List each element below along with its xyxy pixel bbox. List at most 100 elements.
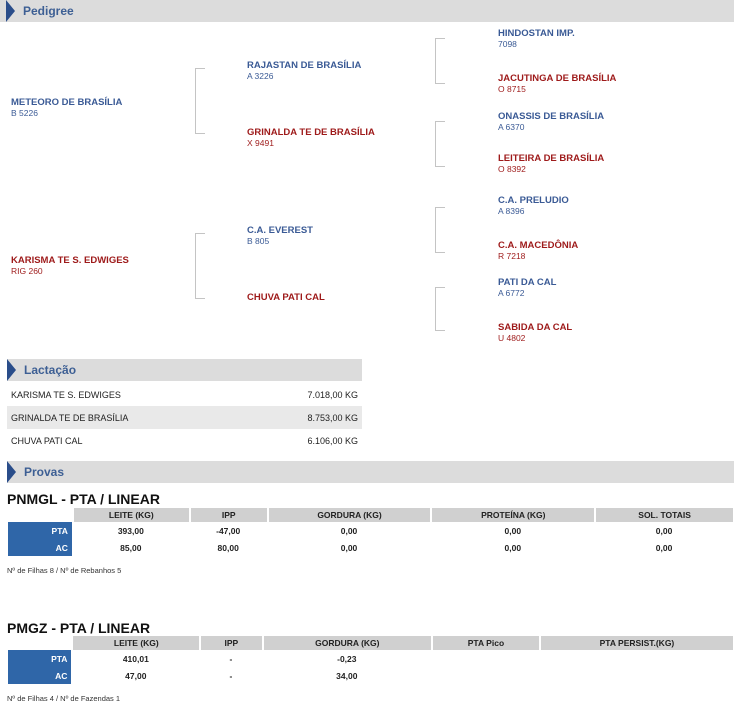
table-cell: -	[229, 670, 233, 681]
animal-name: C.A. PRELUDIO	[498, 195, 569, 206]
pedigree-connector	[435, 38, 445, 84]
prova-footer: Nº de Filhas 4 / Nº de Fazendas 1	[7, 694, 121, 703]
animal-reg: R 7218	[498, 251, 526, 261]
table-cell: -47,00	[216, 525, 241, 536]
table-cell: 85,00	[120, 542, 142, 553]
table-cell: 80,00	[217, 542, 239, 553]
section-arrow-icon	[7, 461, 16, 483]
animal-reg: A 6772	[498, 288, 525, 298]
prova-title: PMGZ - PTA / LINEAR	[7, 620, 151, 636]
pedigree-section-header: Pedigree	[0, 0, 734, 22]
pedigree-sire[interactable]: METEORO DE BRASÍLIA B 5226	[11, 97, 122, 119]
animal-name: RAJASTAN DE BRASÍLIA	[247, 60, 362, 71]
animal-reg: RIG 260	[11, 266, 43, 276]
pedigree-dam-sire[interactable]: C.A. EVEREST B 805	[247, 225, 313, 247]
lactacao-row: GRINALDA TE DE BRASÍLIA 8.753,00 KG	[7, 406, 362, 429]
section-arrow-icon	[6, 0, 15, 22]
column-header: IPP	[200, 636, 262, 650]
lactacao-animal: GRINALDA TE DE BRASÍLIA	[11, 412, 129, 423]
animal-reg: A 8396	[498, 206, 525, 216]
pedigree-dss[interactable]: C.A. PRELUDIO A 8396	[498, 195, 569, 217]
lactacao-row: KARISMA TE S. EDWIGES 7.018,00 KG	[7, 383, 362, 406]
column-header: IPP	[189, 508, 267, 522]
pedigree-dam[interactable]: KARISMA TE S. EDWIGES RIG 260	[11, 255, 129, 277]
table-cell	[432, 650, 539, 667]
table-row: AC 85,00 80,00 0,00 0,00 0,00	[8, 539, 733, 556]
table-cell: 0,00	[655, 525, 673, 536]
pedigree-ddd[interactable]: SABIDA DA CAL U 4802	[498, 322, 572, 344]
row-label: AC	[8, 539, 72, 556]
animal-reg: A 6370	[498, 122, 525, 132]
prova-title: PNMGL - PTA / LINEAR	[7, 491, 160, 507]
table-corner	[8, 636, 71, 650]
lactacao-value: 7.018,00 KG	[307, 389, 358, 400]
animal-reg: B 805	[247, 236, 270, 246]
animal-reg: X 9491	[247, 138, 274, 148]
pedigree-connector	[195, 68, 205, 134]
pedigree-dsd[interactable]: C.A. MACEDÔNIA R 7218	[498, 240, 578, 262]
table-cell: 0,00	[340, 542, 358, 553]
pedigree-connector	[435, 287, 445, 331]
prova-footer: Nº de Filhas 8 / Nº de Rebanhos 5	[7, 566, 122, 575]
table-cell: 47,00	[125, 670, 147, 681]
pedigree-sds[interactable]: ONASSIS DE BRASÍLIA A 6370	[498, 111, 604, 133]
lactacao-value: 6.106,00 KG	[307, 435, 358, 446]
animal-name: METEORO DE BRASÍLIA	[11, 97, 123, 108]
table-corner	[8, 508, 72, 522]
table-row: PTA 393,00 -47,00 0,00 0,00 0,00	[8, 522, 733, 539]
column-header: PROTEÍNA (KG)	[431, 508, 595, 522]
animal-name: C.A. EVEREST	[247, 225, 313, 236]
table-cell: -	[229, 653, 233, 664]
column-header: PTA Pico	[432, 636, 539, 650]
animal-name: LEITEIRA DE BRASÍLIA	[498, 153, 605, 164]
table-cell: 34,00	[336, 670, 358, 681]
section-arrow-icon	[7, 359, 16, 381]
column-header: SOL. TOTAIS	[595, 508, 733, 522]
pedigree-sire-dam[interactable]: GRINALDA TE DE BRASÍLIA X 9491	[247, 127, 375, 149]
lactacao-section-header: Lactação	[7, 359, 362, 381]
table-row: PTA 410,01 - -0,23	[8, 650, 733, 667]
row-label: PTA	[8, 522, 72, 539]
animal-reg: 7098	[498, 39, 517, 49]
table-cell	[540, 667, 733, 684]
animal-name: ONASSIS DE BRASÍLIA	[498, 111, 605, 122]
provas-section-header: Provas	[7, 461, 734, 483]
table-cell: 0,00	[340, 525, 358, 536]
animal-name: C.A. MACEDÔNIA	[498, 240, 579, 251]
animal-reg: U 4802	[498, 333, 526, 343]
animal-name: PATI DA CAL	[498, 277, 557, 288]
pedigree-connector	[195, 233, 205, 299]
animal-name: JACUTINGA DE BRASÍLIA	[498, 73, 617, 84]
pedigree-sire-sire[interactable]: RAJASTAN DE BRASÍLIA A 3226	[247, 60, 361, 82]
animal-name: HINDOSTAN IMP.	[498, 28, 575, 39]
column-header: PTA PERSIST.(KG)	[539, 636, 733, 650]
pedigree-connector	[435, 207, 445, 253]
row-label: PTA	[8, 650, 72, 667]
pedigree-dds[interactable]: PATI DA CAL A 6772	[498, 277, 556, 299]
lactacao-row: CHUVA PATI CAL 6.106,00 KG	[7, 429, 362, 452]
prova-table: LEITE (KG) IPP GORDURA (KG) PTA Pico PTA…	[7, 636, 734, 684]
table-row: AC 47,00 - 34,00	[8, 667, 733, 684]
table-cell: 0,00	[504, 542, 522, 553]
pedigree-ssd[interactable]: JACUTINGA DE BRASÍLIA O 8715	[498, 73, 616, 95]
section-title: Lactação	[24, 363, 77, 377]
prova-table: LEITE (KG) IPP GORDURA (KG) PROTEÍNA (KG…	[7, 508, 734, 556]
lactacao-animal: KARISMA TE S. EDWIGES	[11, 389, 121, 400]
animal-name: CHUVA PATI CAL	[247, 292, 325, 303]
animal-reg: O 8392	[498, 164, 526, 174]
animal-reg: B 5226	[11, 108, 38, 118]
animal-name: KARISMA TE S. EDWIGES	[11, 255, 129, 266]
table-cell: 0,00	[504, 525, 522, 536]
pedigree-connector	[435, 121, 445, 167]
pedigree-dam-dam[interactable]: CHUVA PATI CAL	[247, 292, 325, 303]
animal-reg: A 3226	[247, 71, 274, 81]
pedigree-sdd[interactable]: LEITEIRA DE BRASÍLIA O 8392	[498, 153, 604, 175]
table-cell	[540, 650, 733, 667]
column-header: GORDURA (KG)	[262, 636, 432, 650]
table-cell: 0,00	[655, 542, 673, 553]
pedigree-sss[interactable]: HINDOSTAN IMP. 7098	[498, 28, 575, 50]
animal-name: SABIDA DA CAL	[498, 322, 573, 333]
lactacao-animal: CHUVA PATI CAL	[11, 435, 83, 446]
table-cell: -0,23	[337, 653, 357, 664]
column-header: LEITE (KG)	[72, 636, 200, 650]
